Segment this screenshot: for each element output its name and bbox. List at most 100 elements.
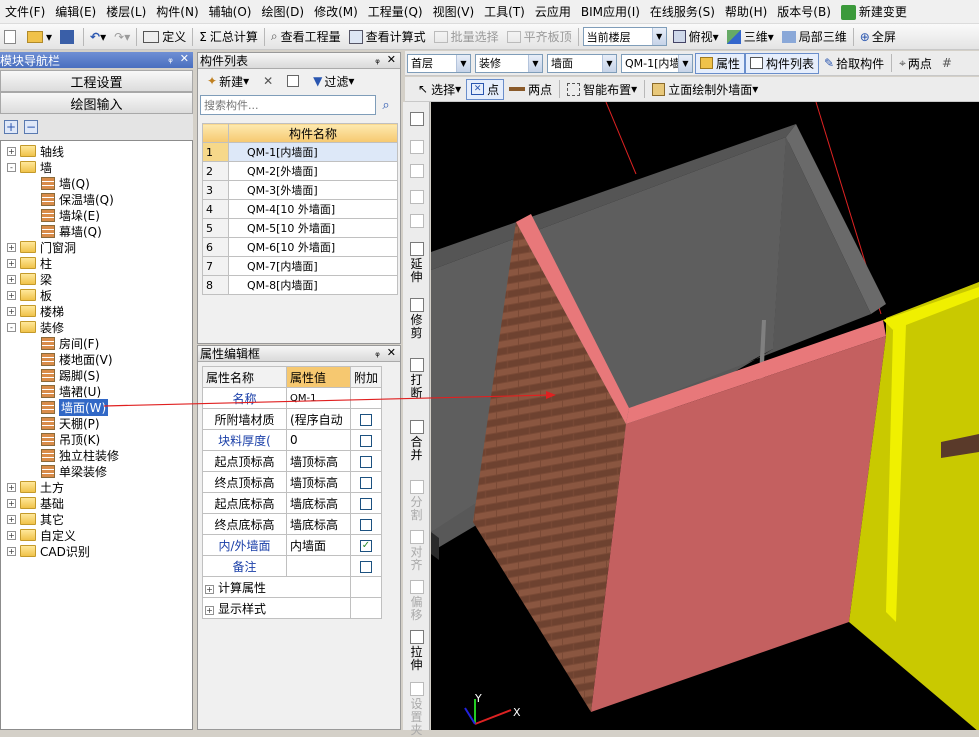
- tree-item[interactable]: 墙垛(E): [41, 207, 100, 223]
- property-value[interactable]: 墙底标高: [285, 513, 351, 535]
- property-value[interactable]: 墙顶标高: [285, 471, 351, 493]
- property-value[interactable]: 墙底标高: [285, 492, 351, 514]
- pin-icon[interactable]: ᵩ: [168, 52, 173, 65]
- menu-item[interactable]: 工具(T): [479, 3, 530, 20]
- table-row[interactable]: 7 QM-7[内墙面]: [202, 256, 398, 276]
- expand-icon[interactable]: +: [7, 530, 16, 540]
- tree-folder[interactable]: + 轴线: [7, 143, 64, 159]
- component-name-header[interactable]: 构件名称: [228, 123, 398, 143]
- view-quantity-button[interactable]: ⌕ 查看工程量: [267, 26, 345, 48]
- tree-folder[interactable]: + 楼梯: [7, 303, 64, 319]
- property-row[interactable]: 备注: [202, 555, 383, 577]
- component-name-cell[interactable]: QM-7[内墙面]: [228, 256, 398, 276]
- menu-item[interactable]: BIM应用(I): [576, 3, 645, 20]
- table-row[interactable]: 3 QM-3[外墙面]: [202, 180, 398, 200]
- tree-folder[interactable]: + 基础: [7, 495, 64, 511]
- vertical-tool-button[interactable]: [403, 112, 430, 128]
- vertical-tool-button[interactable]: [403, 214, 430, 230]
- property-value[interactable]: 内墙面: [285, 534, 351, 556]
- property-row[interactable]: 块料厚度(0: [202, 429, 383, 451]
- component-name-cell[interactable]: QM-6[10 外墙面]: [228, 237, 398, 257]
- component-name-cell[interactable]: QM-1[内墙面]: [228, 142, 398, 162]
- menu-item[interactable]: 绘图(D): [256, 3, 309, 20]
- tree-item[interactable]: 单梁装修: [41, 463, 107, 479]
- tree-folder[interactable]: + CAD识别: [7, 543, 90, 559]
- select-button[interactable]: ↖ 选择 ▾: [413, 79, 466, 100]
- component-name-cell[interactable]: QM-2[外墙面]: [228, 161, 398, 181]
- table-row[interactable]: 6 QM-6[10 外墙面]: [202, 237, 398, 257]
- open-button[interactable]: ▾: [23, 26, 56, 48]
- tree-folder[interactable]: + 自定义: [7, 527, 76, 543]
- 3d-viewport[interactable]: Y X: [431, 102, 979, 730]
- property-value[interactable]: [285, 555, 351, 577]
- vertical-tool-button[interactable]: 偏移: [403, 580, 430, 622]
- property-row[interactable]: 名称 QM-1: [202, 387, 383, 409]
- grid-button[interactable]: #: [937, 53, 957, 74]
- tree-item[interactable]: 保温墙(Q): [41, 191, 114, 207]
- current-floor-select[interactable]: 当前楼层 ▼: [582, 27, 667, 46]
- drawing-input-button[interactable]: 绘图输入: [0, 92, 193, 114]
- expand-icon[interactable]: +: [7, 306, 16, 316]
- table-row[interactable]: 1 QM-1[内墙面]: [202, 142, 398, 162]
- vertical-tool-button[interactable]: [403, 190, 430, 206]
- component-name-cell[interactable]: QM-3[外墙面]: [228, 180, 398, 200]
- vertical-tool-button[interactable]: [403, 140, 430, 156]
- add-checkbox[interactable]: [359, 434, 372, 447]
- component-select[interactable]: QM-1[内墙 ▼: [621, 53, 693, 73]
- component-name-cell[interactable]: QM-5[10 外墙面]: [228, 218, 398, 238]
- close-icon[interactable]: ✕: [180, 52, 189, 65]
- pin-icon[interactable]: ᵩ: [375, 53, 380, 66]
- pin-icon[interactable]: ᵩ: [375, 346, 380, 359]
- redo-button[interactable]: ↷ ▾: [110, 26, 134, 48]
- expand-icon[interactable]: +: [7, 546, 16, 556]
- two-points-axis-button[interactable]: ⌖ 两点: [894, 53, 937, 74]
- tree-folder[interactable]: + 门窗洞: [7, 239, 76, 255]
- expand-icon[interactable]: +: [7, 242, 16, 252]
- three-d-button[interactable]: 三维 ▾: [723, 26, 778, 48]
- property-value[interactable]: (程序自动: [285, 408, 351, 430]
- define-button[interactable]: 定义: [139, 26, 190, 48]
- menu-item[interactable]: 帮助(H): [720, 3, 772, 20]
- view-formula-button[interactable]: 查看计算式: [345, 26, 430, 48]
- attribute-toggle[interactable]: 属性: [695, 52, 746, 74]
- menu-item[interactable]: 新建变更: [836, 3, 912, 20]
- menu-item[interactable]: 工程量(Q): [363, 3, 428, 20]
- expand-icon[interactable]: +: [7, 290, 16, 300]
- new-file-button[interactable]: [0, 26, 23, 48]
- new-component-button[interactable]: ✦ 新建 ▾: [202, 71, 254, 92]
- collapse-icon[interactable]: -: [7, 322, 16, 332]
- batch-select-button[interactable]: 批量选择: [430, 26, 503, 48]
- menu-item[interactable]: 楼层(L): [101, 3, 151, 20]
- property-row[interactable]: + 计算属性: [202, 576, 383, 598]
- tree-item[interactable]: 踢脚(S): [41, 367, 100, 383]
- close-icon[interactable]: ✕: [387, 53, 396, 66]
- tree-folder[interactable]: -墙: [7, 159, 52, 175]
- search-icon[interactable]: ⌕: [376, 95, 396, 115]
- undo-button[interactable]: ↶ ▾: [86, 26, 110, 48]
- collapse-icon[interactable]: -: [7, 162, 16, 172]
- menu-item[interactable]: 编辑(E): [50, 3, 101, 20]
- property-value[interactable]: QM-1: [285, 387, 351, 409]
- add-checkbox[interactable]: [359, 413, 372, 426]
- vertical-tool-button[interactable]: 延伸: [403, 242, 430, 284]
- project-settings-button[interactable]: 工程设置: [0, 70, 193, 92]
- menu-item[interactable]: 在线服务(S): [645, 3, 720, 20]
- property-row[interactable]: 起点底标高 墙底标高: [202, 492, 383, 514]
- tree-item[interactable]: 独立柱装修: [41, 447, 119, 463]
- property-row[interactable]: 内/外墙面 内墙面 ✓: [202, 534, 383, 556]
- add-checkbox[interactable]: [359, 518, 372, 531]
- table-row[interactable]: 8 QM-8[内墙面]: [202, 275, 398, 295]
- tree-item[interactable]: 墙(Q): [41, 175, 90, 191]
- property-row[interactable]: 所附墙材质 (程序自动: [202, 408, 383, 430]
- type-select[interactable]: 墙面 ▼: [547, 53, 617, 73]
- expand-all-icon[interactable]: +: [4, 120, 18, 134]
- close-icon[interactable]: ✕: [387, 346, 396, 359]
- table-row[interactable]: 4 QM-4[10 外墙面]: [202, 199, 398, 219]
- add-checkbox[interactable]: [359, 455, 372, 468]
- flat-board-button[interactable]: 平齐板顶: [503, 26, 576, 48]
- delete-button[interactable]: ✕: [258, 71, 278, 92]
- vertical-tool-button[interactable]: 合并: [403, 420, 430, 462]
- fullscreen-button[interactable]: ⊕ 全屏: [856, 26, 900, 48]
- filter-button[interactable]: ▼ 过滤 ▾: [308, 71, 359, 92]
- component-list-toggle[interactable]: 构件列表: [745, 52, 820, 74]
